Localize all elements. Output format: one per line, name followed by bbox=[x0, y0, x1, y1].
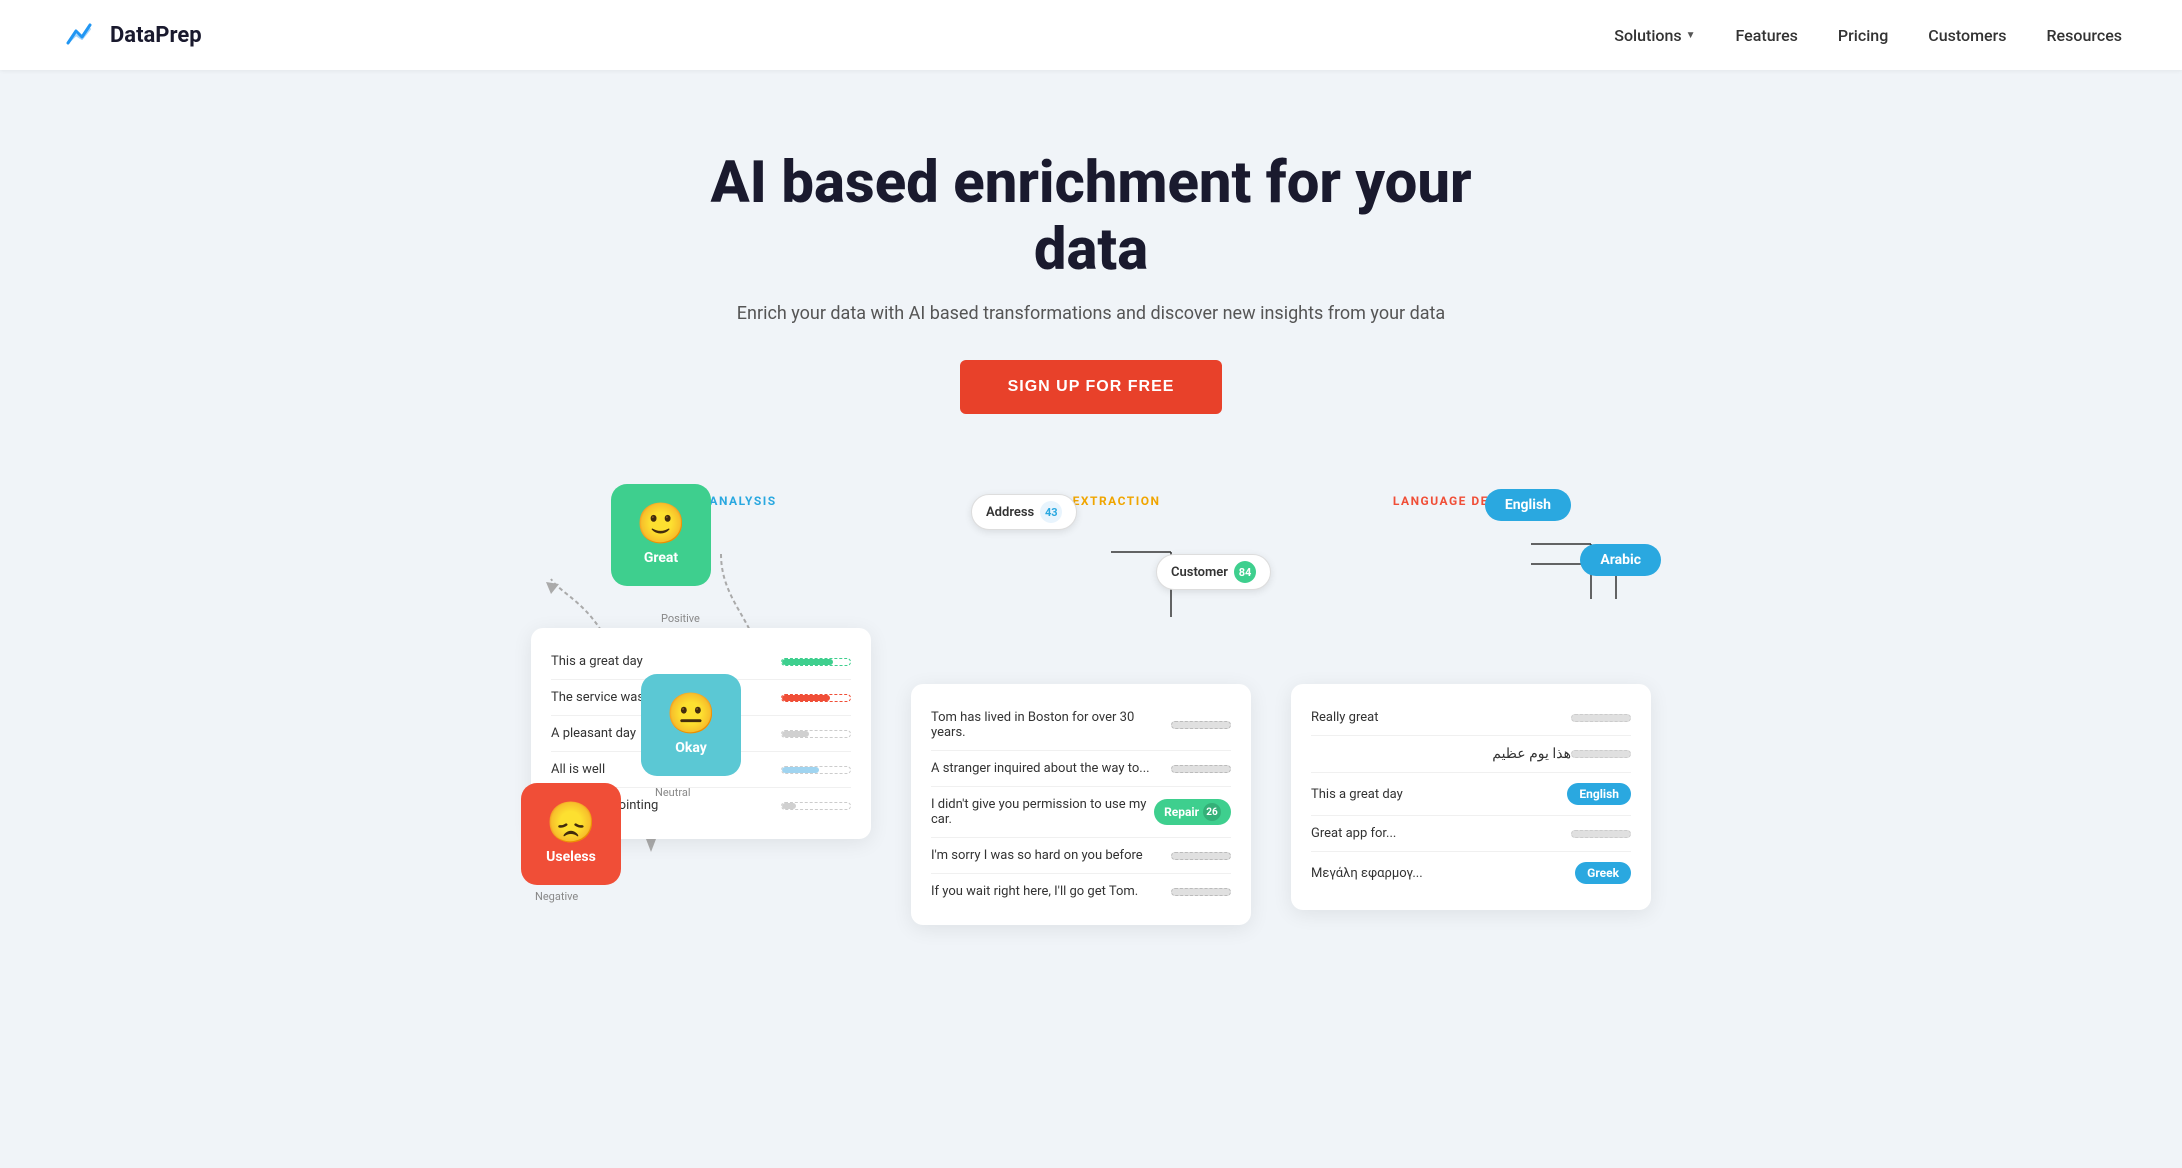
greek-detection-tag: Greek bbox=[1575, 862, 1631, 884]
table-row: This a great day English bbox=[1311, 773, 1631, 816]
brand-name: DataPrep bbox=[110, 23, 202, 48]
table-row: Tom has lived in Boston for over 30 year… bbox=[931, 700, 1231, 751]
keyword-text-3: I didn't give you permission to use my c… bbox=[931, 797, 1154, 827]
sentiment-panel: SENTIMENT ANALYSIS 🙂 Great Positive 😐 Ok… bbox=[531, 494, 871, 925]
lang-text-3: This a great day bbox=[1311, 787, 1567, 802]
keyword-panel: KEYWORD EXTRACTION Address 43 Customer 8… bbox=[911, 494, 1251, 925]
bar-1 bbox=[781, 658, 851, 666]
sentiment-okay-card: 😐 Okay bbox=[641, 674, 741, 776]
nav-item-pricing[interactable]: Pricing bbox=[1838, 26, 1888, 45]
lang-text-4: Great app for... bbox=[1311, 826, 1571, 841]
sentiment-great-card: 🙂 Great bbox=[611, 484, 711, 586]
nav-item-solutions[interactable]: Solutions ▼ bbox=[1614, 26, 1695, 45]
repair-tag: Repair 26 bbox=[1154, 799, 1231, 825]
bar-5 bbox=[781, 802, 851, 810]
bar-2 bbox=[781, 694, 851, 702]
table-row: Really great bbox=[1311, 700, 1631, 736]
bar-3 bbox=[781, 730, 851, 738]
lang-bar-4 bbox=[1571, 830, 1631, 838]
nav-item-features[interactable]: Features bbox=[1736, 26, 1798, 45]
address-count: 43 bbox=[1040, 501, 1062, 523]
hero-subheading: Enrich your data with AI based transform… bbox=[20, 303, 2162, 324]
english-detection-tag: English bbox=[1567, 783, 1631, 805]
lang-text-1: Really great bbox=[1311, 710, 1571, 725]
okay-label: Okay bbox=[675, 740, 707, 756]
useless-sublabel: Negative bbox=[535, 890, 578, 903]
keyword-bar-4 bbox=[1171, 852, 1231, 860]
nav-item-resources[interactable]: Resources bbox=[2046, 26, 2122, 45]
table-row: I didn't give you permission to use my c… bbox=[931, 787, 1231, 838]
keyword-bar-5 bbox=[1171, 888, 1231, 896]
lang-bar-2 bbox=[1571, 750, 1631, 758]
nav-item-customers[interactable]: Customers bbox=[1928, 26, 2006, 45]
brand-logo[interactable]: DataPrep bbox=[60, 15, 202, 55]
table-row: هذا يوم عظيم bbox=[1311, 736, 1631, 773]
keyword-text-2: A stranger inquired about the way to... bbox=[931, 761, 1171, 776]
hero-heading: AI based enrichment for your data bbox=[691, 150, 1491, 283]
keyword-bar-2 bbox=[1171, 765, 1231, 773]
keyword-bar-1 bbox=[1171, 721, 1231, 729]
demo-section: SENTIMENT ANALYSIS 🙂 Great Positive 😐 Ok… bbox=[391, 474, 1791, 965]
navbar: DataPrep Solutions ▼ Features Pricing Cu… bbox=[0, 0, 2182, 70]
great-label: Great bbox=[644, 550, 678, 566]
table-row: If you wait right here, I'll go get Tom. bbox=[931, 874, 1231, 909]
okay-sublabel: Neutral bbox=[655, 786, 691, 799]
table-row: I'm sorry I was so hard on you before bbox=[931, 838, 1231, 874]
keyword-table: Tom has lived in Boston for over 30 year… bbox=[911, 684, 1251, 925]
lang-bar-1 bbox=[1571, 714, 1631, 722]
keyword-section-label: KEYWORD EXTRACTION bbox=[911, 494, 1251, 508]
language-section-label: LANGUAGE DETECTION bbox=[1291, 494, 1651, 508]
table-row: Great app for... bbox=[1311, 816, 1631, 852]
bar-4 bbox=[781, 766, 851, 774]
language-table: Really great هذا يوم عظيم This a great d… bbox=[1291, 684, 1651, 910]
arabic-tag: Arabic bbox=[1580, 544, 1661, 576]
keyword-text-1: Tom has lived in Boston for over 30 year… bbox=[931, 710, 1171, 740]
lang-text-5: Μεγάλη εφαρμογ... bbox=[1311, 866, 1575, 881]
lang-text-2: هذا يوم عظيم bbox=[1311, 746, 1571, 762]
address-tag: Address 43 bbox=[971, 494, 1077, 530]
keyword-text-5: If you wait right here, I'll go get Tom. bbox=[931, 884, 1171, 899]
customer-tag: Customer 84 bbox=[1156, 554, 1271, 590]
chevron-down-icon: ▼ bbox=[1686, 30, 1696, 41]
sentiment-text-3: A pleasant day bbox=[551, 726, 636, 741]
useless-label: Useless bbox=[546, 849, 596, 865]
language-panel: LANGUAGE DETECTION English Arabic Really… bbox=[1291, 494, 1651, 925]
sentiment-text-4: All is well bbox=[551, 762, 605, 777]
table-row: A stranger inquired about the way to... bbox=[931, 751, 1231, 787]
useless-emoji: 😞 bbox=[546, 803, 596, 843]
keyword-text-4: I'm sorry I was so hard on you before bbox=[931, 848, 1171, 863]
great-sublabel: Positive bbox=[661, 612, 700, 625]
sentiment-text-1: This a great day bbox=[551, 654, 643, 669]
hero-section: AI based enrichment for your data Enrich… bbox=[0, 70, 2182, 474]
english-tag: English bbox=[1485, 489, 1571, 521]
sentiment-useless-card: 😞 Useless bbox=[521, 783, 621, 885]
customer-count: 84 bbox=[1234, 561, 1256, 583]
great-emoji: 🙂 bbox=[636, 504, 686, 544]
okay-emoji: 😐 bbox=[666, 694, 716, 734]
signup-button[interactable]: SIGN UP FOR FREE bbox=[960, 360, 1223, 414]
nav-links: Solutions ▼ Features Pricing Customers R… bbox=[1614, 26, 2122, 45]
table-row: Μεγάλη εφαρμογ... Greek bbox=[1311, 852, 1631, 894]
